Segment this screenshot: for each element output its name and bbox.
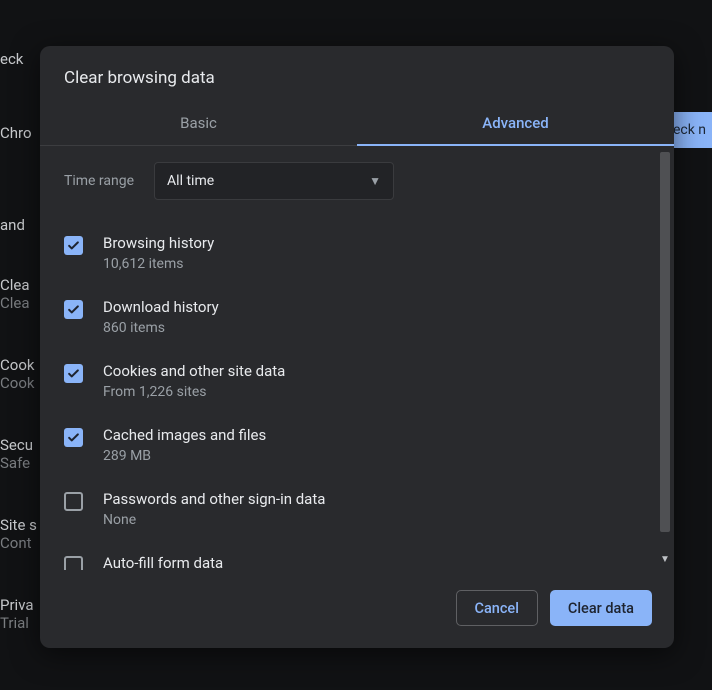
time-range-row: Time range All time ▼ — [64, 162, 650, 200]
chevron-down-icon: ▼ — [369, 174, 381, 188]
background-text: CleaClea — [0, 276, 30, 312]
option-title: Cached images and files — [103, 426, 266, 444]
option-title: Passwords and other sign-in data — [103, 490, 325, 508]
cancel-button[interactable]: Cancel — [456, 590, 538, 626]
clear-browsing-data-dialog: Clear browsing data Basic Advanced Time … — [40, 46, 674, 648]
time-range-select[interactable]: All time ▼ — [154, 162, 394, 200]
option-title: Auto-fill form data — [103, 554, 223, 570]
option-subtext: None — [103, 512, 325, 528]
option-title: Download history — [103, 298, 219, 316]
option-subtext: 10,612 items — [103, 256, 214, 272]
tab-basic[interactable]: Basic — [40, 102, 357, 145]
background-text: and — [0, 216, 25, 234]
scrollbar-down-icon[interactable]: ▼ — [658, 552, 672, 566]
checkbox-cache[interactable] — [64, 428, 83, 447]
dialog-footer: Cancel Clear data — [40, 570, 674, 648]
checkbox-browsing-history[interactable] — [64, 236, 83, 255]
background-text: SecuSafe — [0, 436, 33, 472]
option-browsing-history: Browsing history 10,612 items — [64, 226, 650, 290]
scrollbar[interactable]: ▼ — [658, 150, 672, 566]
background-text: CookCook — [0, 356, 34, 392]
checkbox-autofill[interactable] — [64, 556, 83, 570]
option-autofill: Auto-fill form data — [64, 546, 650, 570]
dialog-tabs: Basic Advanced — [40, 102, 674, 146]
background-text: Chro — [0, 124, 32, 142]
background-text: eck — [0, 50, 23, 68]
time-range-label: Time range — [64, 173, 134, 189]
dialog-title: Clear browsing data — [40, 46, 674, 102]
scrollbar-thumb[interactable] — [660, 152, 670, 532]
clear-data-button[interactable]: Clear data — [550, 590, 652, 626]
option-cookies: Cookies and other site data From 1,226 si… — [64, 354, 650, 418]
option-title: Browsing history — [103, 234, 214, 252]
background-text: Site sCont — [0, 516, 37, 552]
checkbox-download-history[interactable] — [64, 300, 83, 319]
option-subtext: 860 items — [103, 320, 219, 336]
tab-advanced[interactable]: Advanced — [357, 102, 674, 145]
checkbox-cookies[interactable] — [64, 364, 83, 383]
option-title: Cookies and other site data — [103, 362, 285, 380]
background-text: PrivaTrial — [0, 596, 34, 632]
option-subtext: From 1,226 sites — [103, 384, 285, 400]
dialog-scroll-area: Time range All time ▼ Browsing history 10… — [40, 146, 658, 570]
checkbox-passwords[interactable] — [64, 492, 83, 511]
option-subtext: 289 MB — [103, 448, 266, 464]
option-cache: Cached images and files 289 MB — [64, 418, 650, 482]
dialog-body: Time range All time ▼ Browsing history 10… — [40, 146, 674, 570]
time-range-value: All time — [167, 173, 214, 189]
option-passwords: Passwords and other sign-in data None — [64, 482, 650, 546]
option-download-history: Download history 860 items — [64, 290, 650, 354]
